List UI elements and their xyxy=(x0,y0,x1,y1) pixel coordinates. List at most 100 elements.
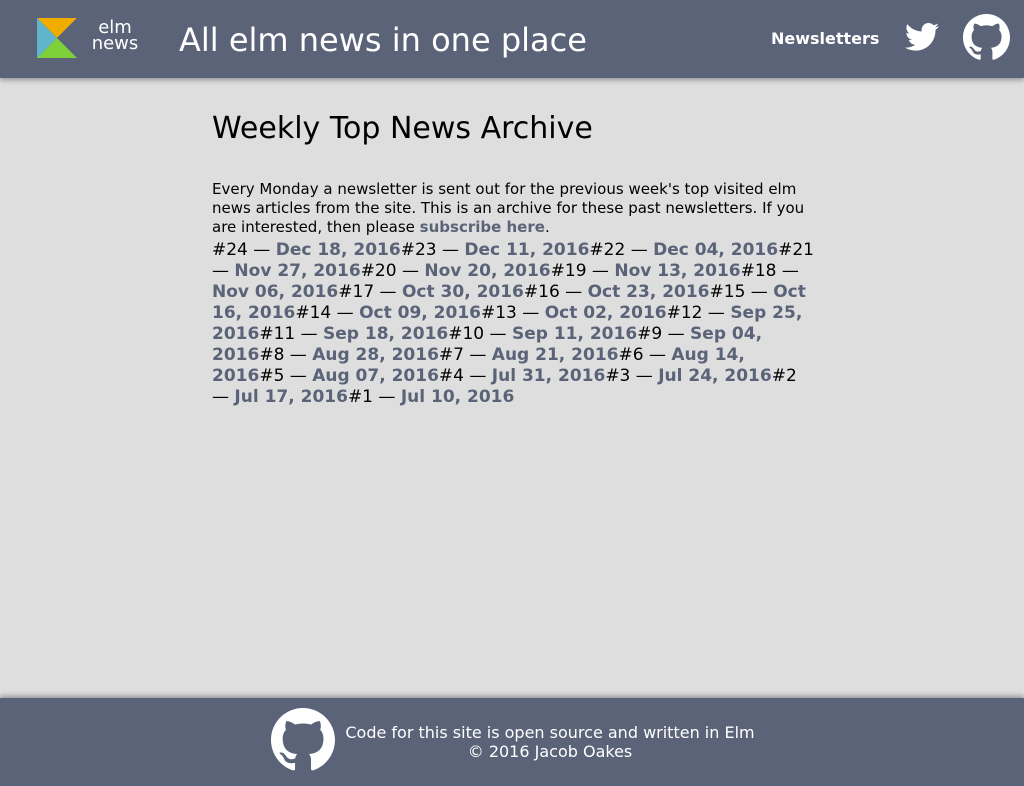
github-icon[interactable] xyxy=(270,708,336,772)
issue-number: #24 xyxy=(212,240,248,260)
issue-number: #14 xyxy=(295,303,332,323)
page-title: Weekly Top News Archive xyxy=(212,111,593,146)
issue-number: #10 xyxy=(448,324,485,344)
issue-separator: — xyxy=(484,324,512,344)
issue-item: #11 — Sep 18, 2016 xyxy=(259,324,448,344)
issue-number: #16 xyxy=(523,282,560,302)
issue-separator: — xyxy=(396,261,425,281)
issue-item: #1 — Jul 10, 2016 xyxy=(348,387,514,407)
issue-item: #13 — Oct 02, 2016 xyxy=(481,303,667,323)
issue-item: #14 — Oct 09, 2016 xyxy=(295,303,481,323)
issue-number: #12 xyxy=(666,303,703,323)
logo-text[interactable]: elm news xyxy=(89,19,141,54)
issue-item: #19 — Nov 13, 2016 xyxy=(551,261,741,281)
issue-number: #5 xyxy=(259,366,285,386)
issue-date-link[interactable]: Dec 11, 2016 xyxy=(464,240,589,260)
issue-separator: — xyxy=(630,366,659,386)
issue-separator: — xyxy=(436,240,465,260)
issue-separator: — xyxy=(463,345,492,365)
logo-text-news: news xyxy=(91,33,139,54)
issue-date-link[interactable]: Oct 02, 2016 xyxy=(545,303,667,323)
issue-number: #21 xyxy=(778,240,814,260)
elm-logo-icon[interactable] xyxy=(37,18,77,58)
footer-source-note[interactable]: Code for this site is open source and wr… xyxy=(345,723,755,742)
site-header: elm news All elm news in one place Newsl… xyxy=(0,0,1024,78)
issue-date-link[interactable]: Nov 27, 2016 xyxy=(234,261,360,281)
issue-separator: — xyxy=(559,282,588,302)
issue-separator: — xyxy=(295,324,324,344)
issue-number: #1 xyxy=(347,387,373,407)
issue-separator: — xyxy=(662,324,691,344)
issue-item: #4 — Jul 31, 2016 xyxy=(439,366,605,386)
issue-item: #23 — Dec 11, 2016 xyxy=(401,240,590,260)
issue-number: #6 xyxy=(618,345,644,365)
main-content: Weekly Top News Archive Every Monday a n… xyxy=(212,110,818,408)
issue-item: #24 — Dec 18, 2016 xyxy=(212,240,401,260)
issue-separator: — xyxy=(776,261,799,281)
issue-date-link[interactable]: Aug 21, 2016 xyxy=(492,345,619,365)
issue-number: #13 xyxy=(480,303,517,323)
issue-item: #8 — Aug 28, 2016 xyxy=(259,345,439,365)
issue-item: #10 — Sep 11, 2016 xyxy=(448,324,637,344)
issue-item: #20 — Nov 20, 2016 xyxy=(361,261,551,281)
issue-date-link[interactable]: Nov 06, 2016 xyxy=(212,282,338,302)
issue-separator: — xyxy=(284,345,313,365)
issue-date-link[interactable]: Oct 30, 2016 xyxy=(402,282,524,302)
issue-date-link[interactable]: Nov 13, 2016 xyxy=(614,261,740,281)
issue-number: #20 xyxy=(360,261,397,281)
issue-date-link[interactable]: Sep 18, 2016 xyxy=(323,324,448,344)
issue-separator: — xyxy=(247,240,276,260)
issue-separator: — xyxy=(643,345,672,365)
issue-number: #17 xyxy=(338,282,375,302)
issue-number: #15 xyxy=(709,282,746,302)
issue-number: #7 xyxy=(438,345,464,365)
issue-number: #2 xyxy=(771,366,797,386)
issue-date-link[interactable]: Jul 24, 2016 xyxy=(658,366,772,386)
issue-separator: — xyxy=(745,282,774,302)
issue-separator: — xyxy=(516,303,545,323)
issue-separator: — xyxy=(373,387,401,407)
issue-number: #19 xyxy=(550,261,587,281)
issue-item: #7 — Aug 21, 2016 xyxy=(439,345,619,365)
issue-item: #22 — Dec 04, 2016 xyxy=(589,240,778,260)
github-icon[interactable] xyxy=(963,14,1010,61)
issue-date-link[interactable]: Nov 20, 2016 xyxy=(424,261,550,281)
issue-date-link[interactable]: Oct 23, 2016 xyxy=(588,282,710,302)
issue-date-link[interactable]: Jul 31, 2016 xyxy=(492,366,606,386)
issue-list: #24 — Dec 18, 2016#23 — Dec 11, 2016#22 … xyxy=(212,240,818,408)
issue-date-link[interactable]: Jul 10, 2016 xyxy=(401,387,515,407)
site-footer: Code for this site is open source and wr… xyxy=(0,698,1024,786)
issue-date-link[interactable]: Aug 28, 2016 xyxy=(312,345,439,365)
subscribe-link[interactable]: subscribe here xyxy=(420,218,545,236)
issue-date-link[interactable]: Dec 04, 2016 xyxy=(653,240,778,260)
newsletters-link[interactable]: Newsletters xyxy=(771,29,879,49)
issue-separator: — xyxy=(212,261,235,281)
issue-number: #11 xyxy=(259,324,296,344)
issue-separator: — xyxy=(625,240,654,260)
issue-date-link[interactable]: Dec 18, 2016 xyxy=(276,240,401,260)
issue-number: #22 xyxy=(589,240,626,260)
site-tagline: All elm news in one place xyxy=(179,21,587,59)
intro-paragraph: Every Monday a newsletter is sent out fo… xyxy=(212,180,818,237)
issue-date-link[interactable]: Jul 17, 2016 xyxy=(234,387,348,407)
issue-item: #3 — Jul 24, 2016 xyxy=(605,366,771,386)
footer-text: Code for this site is open source and wr… xyxy=(345,723,755,761)
issue-number: #9 xyxy=(637,324,663,344)
issue-date-link[interactable]: Oct 09, 2016 xyxy=(359,303,481,323)
issue-date-link[interactable]: Aug 07, 2016 xyxy=(312,366,439,386)
issue-separator: — xyxy=(463,366,492,386)
twitter-icon[interactable] xyxy=(905,22,939,52)
issue-item: #17 — Oct 30, 2016 xyxy=(338,282,524,302)
issue-separator: — xyxy=(586,261,615,281)
issue-number: #23 xyxy=(400,240,437,260)
issue-item: #16 — Oct 23, 2016 xyxy=(524,282,710,302)
issue-number: #3 xyxy=(605,366,631,386)
issue-separator: — xyxy=(374,282,402,302)
footer-copyright: © 2016 Jacob Oakes xyxy=(467,742,633,761)
issue-item: #5 — Aug 07, 2016 xyxy=(259,366,439,386)
issue-separator: — xyxy=(702,303,731,323)
issue-separator: — xyxy=(331,303,360,323)
issue-number: #8 xyxy=(259,345,285,365)
issue-separator: — xyxy=(212,387,235,407)
issue-date-link[interactable]: Sep 11, 2016 xyxy=(512,324,637,344)
